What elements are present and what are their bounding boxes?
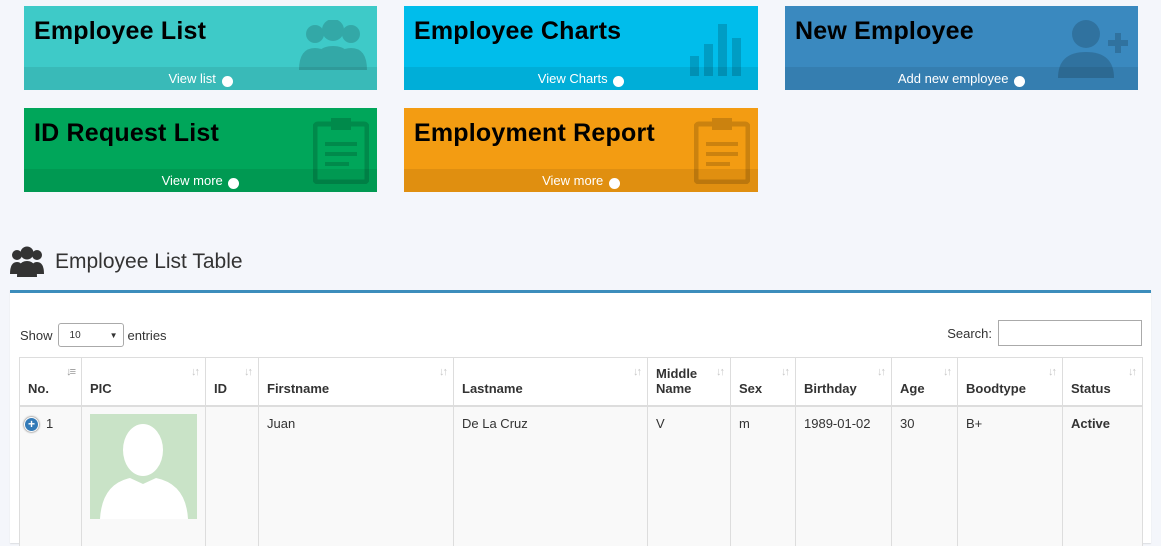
table-row: +1 Juan De La Cruz V m 1989-01-02 30 B+	[19, 405, 1143, 546]
column-header-status[interactable]: Status ↓↑	[1062, 357, 1143, 407]
id-request-list-tile[interactable]: ID Request List View more ➜	[24, 108, 377, 192]
sort-icon: ↓↑	[943, 366, 952, 378]
expand-row-icon[interactable]: +	[24, 416, 39, 432]
column-header-firstname[interactable]: Firstname ↓↑	[258, 357, 454, 407]
tile-title: ID Request List	[34, 119, 219, 147]
arrow-circle-right-icon: ➜	[228, 178, 240, 189]
arrow-circle-right-icon: ➜	[1014, 76, 1026, 87]
sort-icon: ↓↑	[716, 366, 725, 378]
users-icon	[10, 246, 44, 277]
cell-birthday: 1989-01-02	[795, 405, 892, 546]
cell-pic	[81, 405, 206, 546]
sort-icon: ↓↑	[191, 366, 200, 378]
column-header-middle-name[interactable]: Middle Name ↓↑	[647, 357, 731, 407]
employee-table: No. ↓≡ PIC ↓↑ ID ↓↑ Firstname ↓↑ Lastname ↓↑ …	[19, 357, 1143, 546]
entries-select[interactable]: 10 ▼	[57, 323, 124, 347]
employee-list-tile[interactable]: Employee List View list ➜	[24, 6, 377, 90]
cell-middle-name: V	[647, 405, 731, 546]
sort-icon: ↓↑	[439, 366, 448, 378]
section-header: Employee List Table	[10, 244, 243, 280]
column-header-sex[interactable]: Sex ↓↑	[730, 357, 796, 407]
add-new-employee-link[interactable]: Add new employee ➜	[785, 67, 1138, 90]
column-header-id[interactable]: ID ↓↑	[205, 357, 259, 407]
cell-bloodtype: B+	[957, 405, 1063, 546]
cell-age: 30	[891, 405, 958, 546]
tile-title: New Employee	[795, 17, 974, 45]
view-more-link[interactable]: View more ➜	[24, 169, 377, 192]
search-input[interactable]	[998, 320, 1142, 346]
employee-charts-tile[interactable]: Employee Charts View Charts ➜	[404, 6, 758, 90]
employment-report-tile[interactable]: Employment Report View more ➜	[404, 108, 758, 192]
sort-icon: ↓↑	[244, 366, 253, 378]
sort-icon: ↓↑	[1128, 366, 1137, 378]
view-charts-link[interactable]: View Charts ➜	[404, 67, 758, 90]
page-title: Employee List Table	[55, 250, 243, 273]
cell-firstname: Juan	[258, 405, 454, 546]
sort-icon: ↓↑	[877, 366, 886, 378]
tile-title: Employment Report	[414, 119, 655, 147]
sort-icon: ↓↑	[781, 366, 790, 378]
view-list-link[interactable]: View list ➜	[24, 67, 377, 90]
sort-icon: ↓↑	[633, 366, 642, 378]
avatar	[90, 413, 197, 519]
employee-table-box: Show 10 ▼ entries Search: No. ↓≡ PIC ↓↑ ID ↓…	[10, 290, 1151, 546]
cell-sex: m	[730, 405, 796, 546]
cell-no: +1	[19, 405, 82, 546]
arrow-circle-right-icon: ➜	[221, 76, 233, 87]
page-length-control: Show 10 ▼ entries	[20, 323, 167, 347]
cell-id	[205, 405, 259, 546]
cell-lastname: De La Cruz	[453, 405, 648, 546]
view-more-link[interactable]: View more ➜	[404, 169, 758, 192]
tile-title: Employee List	[34, 17, 207, 45]
column-header-lastname[interactable]: Lastname ↓↑	[453, 357, 648, 407]
person-silhouette-icon	[100, 423, 188, 519]
cell-status: Active	[1062, 405, 1143, 546]
arrow-circle-right-icon: ➜	[608, 178, 620, 189]
column-header-birthday[interactable]: Birthday ↓↑	[795, 357, 892, 407]
tile-title: Employee Charts	[414, 17, 622, 45]
sort-icon: ↓↑	[1048, 366, 1057, 378]
column-header-age[interactable]: Age ↓↑	[891, 357, 958, 407]
users-icon	[299, 20, 367, 70]
sort-asc-icon: ↓≡	[66, 366, 76, 378]
caret-down-icon: ▼	[109, 331, 118, 340]
search-control: Search:	[947, 320, 1142, 346]
new-employee-tile[interactable]: New Employee Add new employee ➜	[785, 6, 1138, 90]
arrow-circle-right-icon: ➜	[613, 76, 625, 87]
column-header-pic[interactable]: PIC ↓↑	[81, 357, 206, 407]
column-header-bloodtype[interactable]: Boodtype ↓↑	[957, 357, 1063, 407]
column-header-no[interactable]: No. ↓≡	[19, 357, 82, 407]
table-header-row: No. ↓≡ PIC ↓↑ ID ↓↑ Firstname ↓↑ Lastname ↓↑ …	[19, 357, 1143, 407]
